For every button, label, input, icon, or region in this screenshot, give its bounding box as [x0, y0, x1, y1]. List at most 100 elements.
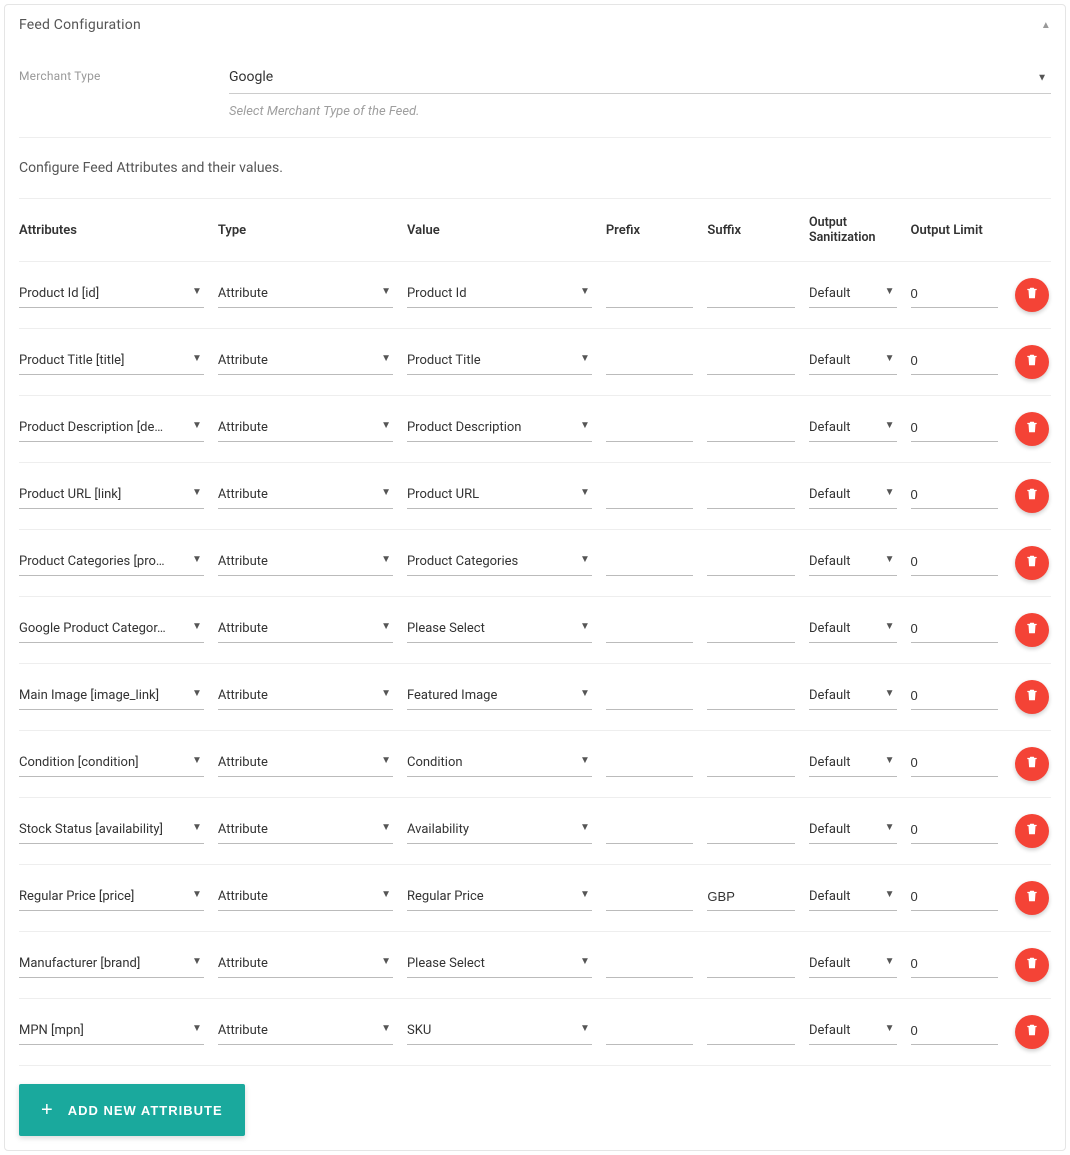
prefix-input[interactable] [606, 818, 694, 844]
delete-row-button[interactable] [1015, 412, 1049, 446]
suffix-input[interactable] [707, 416, 795, 442]
prefix-input[interactable] [606, 483, 694, 509]
sanitization-select[interactable]: Default▼ [809, 885, 897, 911]
merchant-type-select[interactable]: Google ▼ [229, 63, 1051, 94]
type-select[interactable]: Attribute▼ [218, 282, 393, 308]
prefix-input[interactable] [606, 617, 694, 643]
type-select[interactable]: Attribute▼ [218, 550, 393, 576]
suffix-input[interactable] [707, 282, 795, 308]
value-select[interactable]: Product Description▼ [407, 416, 592, 442]
output-limit-input[interactable] [911, 349, 999, 375]
sanitization-select[interactable]: Default▼ [809, 483, 897, 509]
value-select[interactable]: Condition▼ [407, 751, 592, 777]
suffix-input[interactable] [707, 952, 795, 978]
type-select[interactable]: Attribute▼ [218, 349, 393, 375]
sanitization-select[interactable]: Default▼ [809, 617, 897, 643]
suffix-input[interactable] [707, 684, 795, 710]
attribute-select[interactable]: Product Description [de…▼ [19, 416, 204, 442]
collapse-icon[interactable]: ▲ [1041, 20, 1051, 31]
output-limit-input[interactable] [911, 1019, 999, 1045]
attribute-select[interactable]: Condition [condition]▼ [19, 751, 204, 777]
sanitization-select[interactable]: Default▼ [809, 282, 897, 308]
prefix-input[interactable] [606, 952, 694, 978]
sanitization-select[interactable]: Default▼ [809, 349, 897, 375]
attribute-select[interactable]: Stock Status [availability]▼ [19, 818, 204, 844]
attribute-select[interactable]: Product Id [id]▼ [19, 282, 204, 308]
attribute-select[interactable]: Regular Price [price]▼ [19, 885, 204, 911]
sanitization-select[interactable]: Default▼ [809, 1019, 897, 1045]
suffix-input[interactable] [707, 617, 795, 643]
value-select[interactable]: Please Select▼ [407, 617, 592, 643]
type-select[interactable]: Attribute▼ [218, 416, 393, 442]
delete-row-button[interactable] [1015, 479, 1049, 513]
suffix-input[interactable] [707, 1019, 795, 1045]
attribute-select[interactable]: Manufacturer [brand]▼ [19, 952, 204, 978]
sanitization-select[interactable]: Default▼ [809, 416, 897, 442]
delete-row-button[interactable] [1015, 680, 1049, 714]
sanitization-select[interactable]: Default▼ [809, 550, 897, 576]
prefix-input[interactable] [606, 550, 694, 576]
sanitization-select[interactable]: Default▼ [809, 952, 897, 978]
prefix-input[interactable] [606, 751, 694, 777]
attribute-select[interactable]: Google Product Categor…▼ [19, 617, 204, 643]
suffix-input[interactable] [707, 483, 795, 509]
attribute-select[interactable]: Product Categories [pro…▼ [19, 550, 204, 576]
sanitization-select[interactable]: Default▼ [809, 684, 897, 710]
type-select[interactable]: Attribute▼ [218, 1019, 393, 1045]
delete-row-button[interactable] [1015, 278, 1049, 312]
output-limit-input[interactable] [911, 550, 999, 576]
delete-row-button[interactable] [1015, 814, 1049, 848]
value-select[interactable]: Availability▼ [407, 818, 592, 844]
type-select[interactable]: Attribute▼ [218, 952, 393, 978]
delete-row-button[interactable] [1015, 613, 1049, 647]
panel-header[interactable]: Feed Configuration ▲ [5, 5, 1065, 45]
suffix-input[interactable] [707, 349, 795, 375]
value-select[interactable]: Featured Image▼ [407, 684, 592, 710]
delete-row-button[interactable] [1015, 948, 1049, 982]
value-select[interactable]: SKU▼ [407, 1019, 592, 1045]
output-limit-input[interactable] [911, 617, 999, 643]
prefix-input[interactable] [606, 1019, 694, 1045]
value-select[interactable]: Please Select▼ [407, 952, 592, 978]
prefix-input[interactable] [606, 282, 694, 308]
delete-row-button[interactable] [1015, 546, 1049, 580]
suffix-input[interactable] [707, 885, 795, 911]
output-limit-input[interactable] [911, 282, 999, 308]
delete-row-button[interactable] [1015, 345, 1049, 379]
type-select[interactable]: Attribute▼ [218, 885, 393, 911]
output-limit-input[interactable] [911, 483, 999, 509]
prefix-input[interactable] [606, 885, 694, 911]
type-select[interactable]: Attribute▼ [218, 617, 393, 643]
type-select[interactable]: Attribute▼ [218, 684, 393, 710]
attribute-select[interactable]: MPN [mpn]▼ [19, 1019, 204, 1045]
output-limit-input[interactable] [911, 818, 999, 844]
sanitization-select[interactable]: Default▼ [809, 751, 897, 777]
output-limit-input[interactable] [911, 684, 999, 710]
type-select[interactable]: Attribute▼ [218, 751, 393, 777]
delete-row-button[interactable] [1015, 881, 1049, 915]
suffix-input[interactable] [707, 818, 795, 844]
add-attribute-button[interactable]: + ADD NEW ATTRIBUTE [19, 1084, 245, 1136]
value-select[interactable]: Product Id▼ [407, 282, 592, 308]
output-limit-input[interactable] [911, 952, 999, 978]
sanitization-select[interactable]: Default▼ [809, 818, 897, 844]
value-select[interactable]: Product Categories▼ [407, 550, 592, 576]
attribute-select[interactable]: Product Title [title]▼ [19, 349, 204, 375]
type-select[interactable]: Attribute▼ [218, 818, 393, 844]
value-select[interactable]: Product URL▼ [407, 483, 592, 509]
type-select[interactable]: Attribute▼ [218, 483, 393, 509]
output-limit-input[interactable] [911, 751, 999, 777]
prefix-input[interactable] [606, 684, 694, 710]
attribute-select[interactable]: Product URL [link]▼ [19, 483, 204, 509]
output-limit-input[interactable] [911, 885, 999, 911]
suffix-input[interactable] [707, 550, 795, 576]
value-select[interactable]: Product Title▼ [407, 349, 592, 375]
output-limit-input[interactable] [911, 416, 999, 442]
prefix-input[interactable] [606, 416, 694, 442]
prefix-input[interactable] [606, 349, 694, 375]
attribute-select[interactable]: Main Image [image_link]▼ [19, 684, 204, 710]
value-select[interactable]: Regular Price▼ [407, 885, 592, 911]
delete-row-button[interactable] [1015, 747, 1049, 781]
suffix-input[interactable] [707, 751, 795, 777]
delete-row-button[interactable] [1015, 1015, 1049, 1049]
